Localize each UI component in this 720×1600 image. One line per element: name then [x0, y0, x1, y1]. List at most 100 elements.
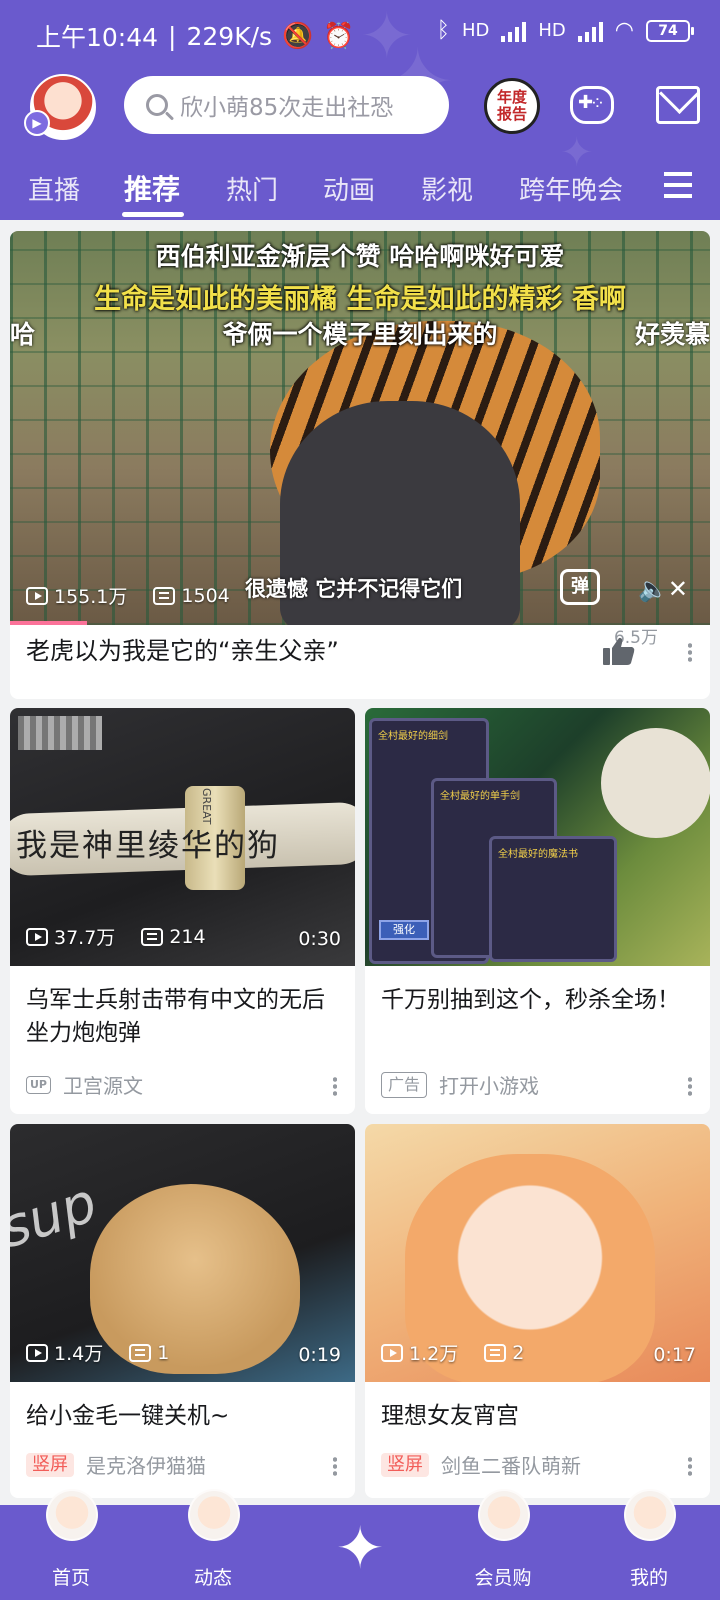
nav-dynamic[interactable]: 动态	[158, 1489, 268, 1590]
me-character-icon	[624, 1489, 676, 1541]
category-tabs: 直播 推荐 热门 动画 影视 跨年晚会	[0, 160, 720, 220]
author-name[interactable]: 是克洛伊猫猫	[86, 1450, 206, 1479]
danmaku-count: 1	[157, 1341, 170, 1364]
ad-meta: 广告 打开小游戏	[381, 1070, 539, 1099]
video-title[interactable]: 老虎以为我是它的“亲生父亲”	[26, 635, 339, 668]
tab-hot[interactable]: 热门	[226, 170, 278, 207]
dynamic-character-icon	[188, 1489, 240, 1541]
more-options-icon[interactable]	[333, 1076, 337, 1096]
video-stats: 155.1万 1504	[26, 582, 230, 609]
hero-video-card[interactable]: 西伯利亚金渐层个赞 哈哈啊咪好可爱 生命是如此的美丽橘 生命是如此的精彩 香啊 …	[10, 231, 710, 699]
danmaku-count-icon	[484, 1343, 507, 1362]
tab-film[interactable]: 影视	[421, 170, 473, 207]
video-thumbnail: GREAT 我是神里绫华的狗 37.7万 214 0:30	[10, 708, 355, 966]
video-card[interactable]: GREAT 我是神里绫华的狗 37.7万 214 0:30 乌军士兵射击带有中文…	[10, 708, 355, 1114]
wifi-icon: ◠	[614, 18, 634, 43]
alarm-icon: ⏰	[323, 21, 355, 50]
mail-icon[interactable]	[656, 86, 700, 124]
video-meta: 竖屏 剑鱼二番队萌新	[381, 1450, 581, 1479]
danmaku-count: 2	[512, 1341, 525, 1364]
video-title[interactable]: 乌军士兵射击带有中文的无后坐力炮炮弹	[26, 984, 341, 1050]
search-placeholder: 欣小萌85次走出社恐	[180, 95, 394, 121]
tab-new-year-gala[interactable]: 跨年晚会	[519, 170, 623, 207]
top-header: ✦ ✦ ✦ 上午10:44 | 229K/s 🔕 ⏰ ᛒ HD HD ◠ 74 …	[0, 0, 720, 220]
divider: |	[168, 21, 177, 51]
annual-report-badge[interactable]: 年度 报告	[484, 78, 540, 134]
bluetooth-icon: ᛒ	[436, 18, 450, 43]
publish-plus-icon[interactable]: ✦	[322, 1510, 398, 1586]
subtitle-bottom: 很遗憾 它并不记得它们	[245, 577, 463, 601]
nav-vip-shop[interactable]: 会员购	[448, 1489, 558, 1590]
nav-me-label: 我的	[629, 1567, 668, 1589]
ad-card[interactable]: 全村最好的细剑 全村最好的单手剑 全村最好的魔法书 强化 千万别抽到这个，秒杀全…	[365, 708, 710, 1114]
video-card[interactable]: sup 1.4万 1 0:19 给小金毛一键关机~ 竖屏 是克洛伊猫猫	[10, 1124, 355, 1498]
nav-home-label: 首页	[51, 1567, 90, 1589]
mute-icon[interactable]: 🔈✕	[638, 575, 688, 603]
video-duration: 0:19	[298, 1344, 341, 1366]
menu-icon[interactable]	[664, 172, 692, 198]
danmaku-count: 214	[169, 925, 206, 948]
tab-anime[interactable]: 动画	[323, 170, 375, 207]
signal-icon	[577, 20, 603, 42]
vertical-tag: 竖屏	[26, 1452, 74, 1477]
item-panel-3: 全村最好的魔法书	[489, 836, 617, 962]
nav-home[interactable]: 首页	[16, 1489, 126, 1590]
hd-label: HD	[461, 20, 490, 41]
video-thumbnail: 西伯利亚金渐层个赞 哈哈啊咪好可爱 生命是如此的美丽橘 生命是如此的精彩 香啊 …	[10, 231, 710, 625]
video-title[interactable]: 理想女友宵宫	[381, 1400, 696, 1433]
play-count-icon	[26, 1343, 48, 1362]
hoodie-print: sup	[10, 1170, 105, 1261]
more-options-icon[interactable]	[688, 642, 692, 662]
search-icon	[146, 94, 168, 116]
item-panel-1-title: 全村最好的细剑	[378, 731, 448, 742]
subtitle-fragment-right: 好羡慕	[634, 320, 710, 349]
video-duration: 0:17	[653, 1344, 696, 1366]
more-options-icon[interactable]	[688, 1076, 692, 1096]
signal-icon	[501, 20, 527, 42]
view-count: 37.7万	[54, 927, 116, 949]
subtitle-line-2: 生命是如此的美丽橘 生命是如此的精彩 香啊	[94, 284, 626, 315]
more-options-icon[interactable]	[688, 1456, 692, 1476]
mute-bell-icon: 🔕	[282, 21, 314, 50]
author-name[interactable]: 卫宫源文	[63, 1070, 143, 1099]
ad-title[interactable]: 千万别抽到这个，秒杀全场！	[381, 984, 696, 1017]
author-name[interactable]: 剑鱼二番队萌新	[441, 1450, 581, 1479]
danmaku-count-icon	[141, 927, 164, 946]
playback-progress-bar	[10, 621, 87, 625]
ad-tag: 广告	[381, 1071, 428, 1098]
view-count: 1.4万	[54, 1343, 104, 1365]
battery-icon: 74	[646, 19, 694, 42]
enhance-button: 强化	[379, 920, 429, 940]
danmaku-count-icon	[153, 586, 176, 605]
view-count: 1.2万	[409, 1343, 459, 1365]
hd-label: HD	[538, 20, 566, 41]
play-count-icon	[26, 927, 48, 946]
status-bar: 上午10:44 | 229K/s 🔕 ⏰ ᛒ HD HD ◠ 74	[0, 0, 720, 70]
subtitle-line-3: 爷俩一个模子里刻出来的	[222, 320, 498, 349]
home-character-icon	[46, 1489, 98, 1541]
more-options-icon[interactable]	[333, 1456, 337, 1476]
view-count: 155.1万	[54, 586, 128, 608]
up-tag: UP	[26, 1075, 51, 1094]
clock: 上午10:44	[36, 23, 159, 52]
nav-me[interactable]: 我的	[594, 1489, 704, 1590]
danmaku-toggle-button[interactable]: 弹	[560, 569, 600, 605]
ad-action[interactable]: 打开小游戏	[439, 1070, 539, 1099]
video-meta: UP 卫宫源文	[26, 1070, 143, 1099]
video-duration: 0:30	[298, 928, 341, 950]
play-count-icon	[381, 1343, 403, 1362]
gamepad-icon[interactable]	[570, 86, 614, 124]
search-bar[interactable]: 欣小萌85次走出社恐	[124, 76, 449, 134]
danmaku-count-icon	[129, 1343, 152, 1362]
tab-recommend[interactable]: 推荐	[124, 168, 180, 208]
tab-live[interactable]: 直播	[28, 170, 80, 207]
video-title[interactable]: 给小金毛一键关机~	[26, 1400, 341, 1433]
vertical-tag: 竖屏	[381, 1452, 429, 1477]
video-meta: 竖屏 是克洛伊猫猫	[26, 1450, 206, 1479]
video-stats: 1.2万 2	[381, 1339, 524, 1366]
video-thumbnail: sup 1.4万 1 0:19	[10, 1124, 355, 1382]
thumbs-up-icon[interactable]	[602, 636, 636, 666]
play-count-icon	[26, 586, 48, 605]
video-card[interactable]: 1.2万 2 0:17 理想女友宵宫 竖屏 剑鱼二番队萌新	[365, 1124, 710, 1498]
item-panel-3-title: 全村最好的魔法书	[498, 849, 578, 860]
